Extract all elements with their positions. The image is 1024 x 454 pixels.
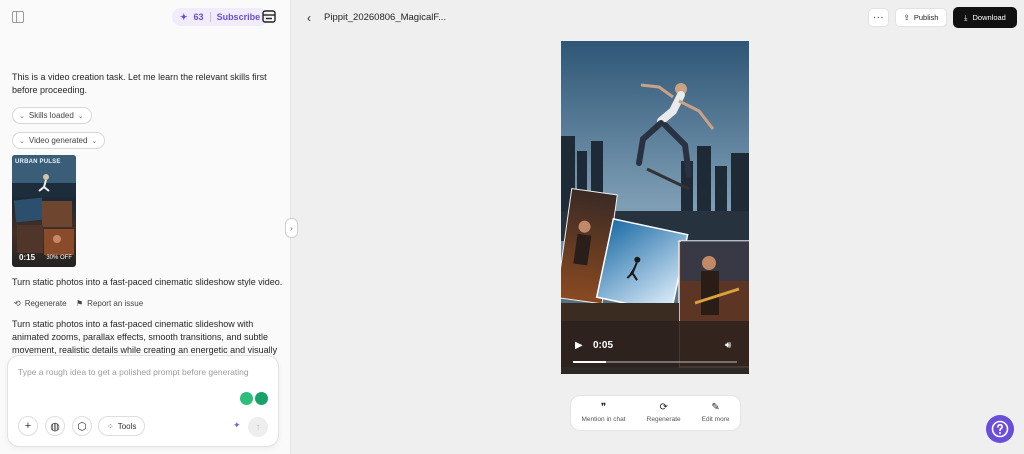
chevron-down-icon: ⌄ bbox=[91, 137, 98, 145]
thumbnail-title: URBAN PULSE bbox=[15, 159, 61, 165]
credits-count: 63 bbox=[193, 12, 204, 22]
skills-loaded-chip[interactable]: ⌄ Skills loaded ⌄ bbox=[12, 107, 92, 124]
prompt-composer[interactable]: Type a rough idea to get a polished prom… bbox=[7, 355, 279, 447]
result-caption: Turn static photos into a fast-paced cin… bbox=[12, 277, 283, 287]
video-player[interactable]: ▶ 0:05 🔊︎ bbox=[561, 41, 749, 374]
chevron-down-icon: ⌄ bbox=[19, 137, 25, 145]
tools-button[interactable]: ⁘ Tools bbox=[98, 416, 146, 436]
sparkle-icon: ✦ bbox=[180, 11, 188, 22]
volume-icon[interactable]: 🔊︎ bbox=[725, 340, 731, 351]
thumbnail-duration: 0:15 bbox=[19, 253, 36, 262]
quote-icon: ❞ bbox=[600, 402, 607, 413]
progress-fill bbox=[573, 361, 606, 363]
divider bbox=[209, 12, 211, 22]
thumbnail-badge: 30% OFF bbox=[46, 255, 72, 261]
regenerate-action[interactable]: ⟲ Regenerate bbox=[14, 299, 67, 308]
mention-in-chat-button[interactable]: ❞ Mention in chat bbox=[581, 402, 626, 424]
progress-bar[interactable] bbox=[573, 361, 737, 363]
pencil-icon: ✎ bbox=[711, 402, 720, 413]
chat-panel: ✦ 63 Subscribe This is a video creation … bbox=[0, 0, 291, 454]
plus-icon: + bbox=[24, 420, 32, 432]
publish-button[interactable]: ⇪ Publish bbox=[895, 8, 947, 27]
ellipsis-icon: ··· bbox=[872, 12, 885, 23]
video-generated-chip[interactable]: ⌄ Video generated ⌄ bbox=[12, 132, 106, 149]
video-frame bbox=[561, 41, 749, 374]
publish-label: Publish bbox=[913, 13, 939, 22]
chevron-right-icon: › bbox=[290, 223, 293, 233]
palette-icon: ◍ bbox=[50, 420, 60, 433]
download-icon: ⤓ bbox=[964, 12, 968, 22]
arrow-up-icon: ↑ bbox=[255, 421, 261, 433]
collapse-panel-button[interactable]: › bbox=[285, 218, 298, 238]
mention-label: Mention in chat bbox=[581, 416, 626, 423]
video-thumbnail[interactable]: URBAN PULSE 0:15 30% OFF bbox=[12, 155, 76, 267]
project-filename[interactable]: Pippit_20260806_MagicalF... bbox=[324, 12, 446, 23]
edit-label: Edit more bbox=[701, 416, 730, 423]
regenerate-label: Regenerate bbox=[24, 299, 67, 308]
more-options-button[interactable]: ··· bbox=[868, 8, 889, 27]
send-button[interactable]: ↑ bbox=[248, 417, 268, 437]
download-button[interactable]: ⤓ Download bbox=[953, 7, 1017, 28]
edit-more-button[interactable]: ✎ Edit more bbox=[701, 402, 730, 424]
report-label: Report an issue bbox=[87, 299, 144, 308]
refresh-icon: ⟳ bbox=[659, 402, 668, 413]
regenerate-label: Regenerate bbox=[646, 416, 681, 423]
chip-label: Skills loaded bbox=[28, 111, 74, 120]
assistant-intro-text: This is a video creation task. Let me le… bbox=[12, 72, 267, 95]
play-icon[interactable]: ▶ bbox=[575, 340, 583, 351]
assets-button[interactable]: ⬡ bbox=[72, 416, 92, 436]
prompt-input[interactable]: Type a rough idea to get a polished prom… bbox=[18, 367, 249, 377]
flag-icon: ⚑ bbox=[76, 299, 84, 308]
chevron-down-icon: ⌄ bbox=[19, 112, 25, 120]
style-button[interactable]: ◍ bbox=[45, 416, 65, 436]
sidebar-toggle-icon[interactable] bbox=[12, 11, 24, 23]
location-icon[interactable] bbox=[240, 392, 253, 405]
cube-icon: ⬡ bbox=[77, 420, 87, 433]
grammar-icon[interactable] bbox=[255, 392, 268, 405]
chevron-down-icon: ⌄ bbox=[77, 112, 84, 120]
download-label: Download bbox=[972, 13, 1006, 22]
refresh-icon: ⟲ bbox=[14, 299, 21, 308]
grid-icon: ⁘ bbox=[107, 421, 114, 431]
extension-icons bbox=[240, 392, 268, 405]
video-action-bar: ❞ Mention in chat ⟳ Regenerate ✎ Edit mo… bbox=[570, 395, 741, 431]
question-icon bbox=[991, 420, 1009, 438]
credits-subscribe-pill[interactable]: ✦ 63 Subscribe bbox=[172, 8, 269, 26]
regenerate-video-button[interactable]: ⟳ Regenerate bbox=[646, 402, 681, 424]
add-button[interactable]: + bbox=[18, 416, 38, 436]
help-button[interactable] bbox=[986, 415, 1014, 443]
report-issue-action[interactable]: ⚑ Report an issue bbox=[76, 299, 143, 308]
chip-label: Video generated bbox=[28, 136, 88, 145]
enhance-prompt-icon[interactable]: ✦ bbox=[233, 420, 241, 431]
subscribe-link[interactable]: Subscribe bbox=[217, 12, 261, 22]
inbox-icon[interactable] bbox=[262, 10, 276, 23]
share-icon: ⇪ bbox=[903, 13, 910, 22]
tools-label: Tools bbox=[117, 421, 137, 431]
back-button[interactable]: ‹ bbox=[307, 11, 311, 25]
thumbnail-artwork bbox=[12, 155, 76, 255]
current-time: 0:05 bbox=[593, 340, 614, 351]
